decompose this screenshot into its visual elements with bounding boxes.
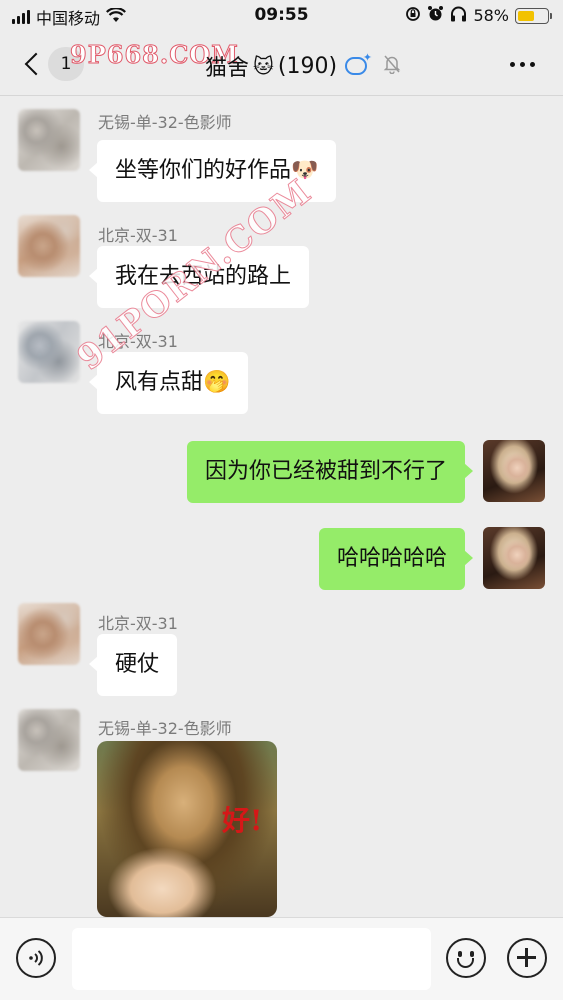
message-bubble[interactable]: 哈哈哈哈哈 [318,528,474,590]
status-right: 58% [405,5,552,26]
plus-icon[interactable] [507,938,547,978]
group-name: 猫舍 [205,56,250,81]
message-text: 风有点甜 [115,370,204,395]
message-text: 哈哈哈哈哈 [336,546,447,571]
battery-percent: 58% [473,6,509,25]
message-bubble[interactable]: 硬仗 [88,634,178,696]
sender-name: 无锡-单-32-色影师 [98,113,232,132]
message-text: 硬仗 [115,652,160,677]
cat-emoji: 🐱 [253,54,274,78]
chat-title[interactable]: 猫舍 🐱 (190) [205,50,401,82]
hand-over-mouth-emoji: 🤭 [203,370,231,395]
message-list: 无锡-单-32-色影师 坐等你们的好作品🐶 北京-双-31 我在去西站的路上 北… [0,97,563,917]
sticker-hands [107,847,217,917]
ellipsis-icon[interactable] [510,62,535,67]
headphones-icon [450,6,467,26]
message-input[interactable] [72,928,431,990]
message-bubble[interactable]: 风有点甜🤭 [88,352,249,414]
avatar[interactable] [18,215,80,277]
message-text: 因为你已经被甜到不行了 [204,459,447,484]
battery-level [518,10,535,21]
avatar[interactable] [18,603,80,665]
mute-bell-icon [383,54,401,79]
status-bar: 中国移动 09:55 58% [0,0,563,32]
input-bar [0,917,563,1000]
message-bubble[interactable]: 因为你已经被甜到不行了 [186,441,474,503]
rotation-lock-icon [405,6,421,26]
message-text: 坐等你们的好作品 [115,158,292,183]
avatar[interactable] [18,321,80,383]
nav-bar: 1 9P668.COM 猫舍 🐱 (190) [0,32,563,96]
sender-name: 无锡-单-32-色影师 [98,719,232,738]
sticker-image[interactable]: 好! [97,741,277,917]
sender-name: 北京-双-31 [98,614,178,633]
avatar-self[interactable] [483,527,545,589]
member-count: (190) [277,53,338,79]
avatar-self[interactable] [483,440,545,502]
avatar[interactable] [18,709,80,771]
voice-icon[interactable] [16,938,56,978]
sender-name: 北京-双-31 [98,226,178,245]
chevron-left-icon[interactable] [18,48,48,80]
sticker-caption: 好! [222,804,263,837]
alarm-icon [427,5,444,26]
emoji-icon[interactable] [446,938,486,978]
chat-bubble-sparkle-icon[interactable] [345,51,372,75]
battery-icon [515,7,552,24]
avatar[interactable] [18,109,80,171]
